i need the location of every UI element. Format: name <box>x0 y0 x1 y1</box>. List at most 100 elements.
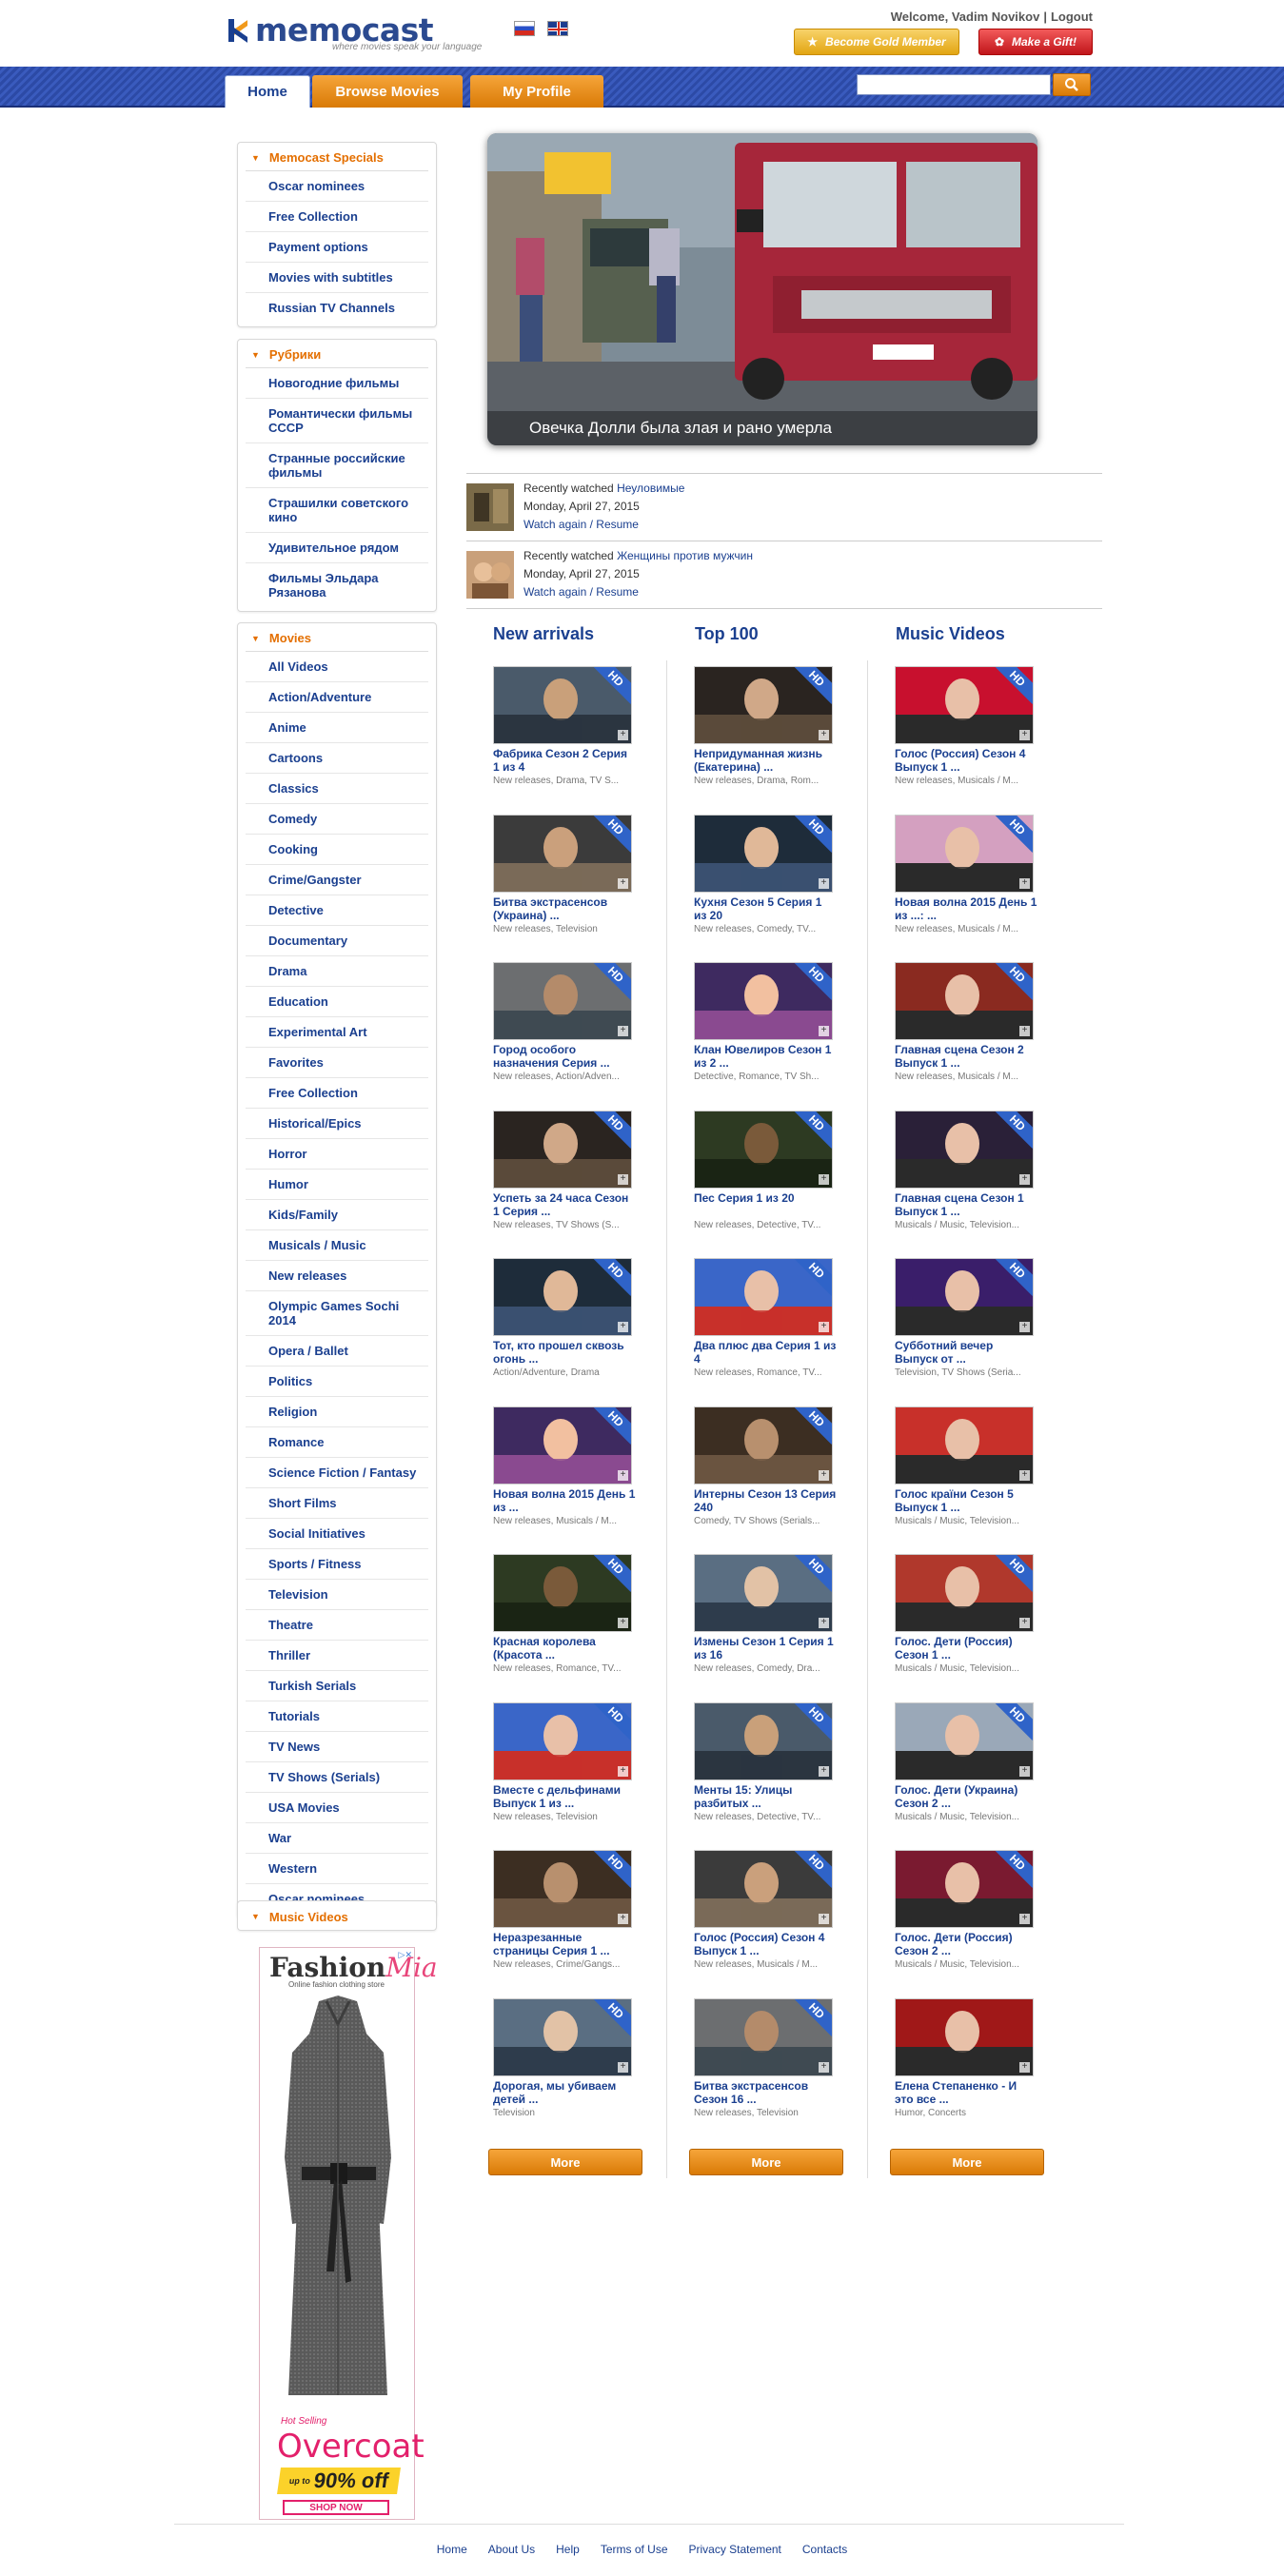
sidebar-item[interactable]: Musicals / Music <box>246 1230 428 1261</box>
sidebar-item[interactable]: Politics <box>246 1367 428 1397</box>
add-to-list-icon[interactable]: + <box>819 878 829 889</box>
video-thumbnail[interactable]: HD + <box>694 815 833 893</box>
resume-link[interactable]: Resume <box>596 585 639 599</box>
resume-link[interactable]: Resume <box>596 518 639 531</box>
sidebar-movies-header[interactable]: ▼ Movies <box>246 625 428 652</box>
tab-home[interactable]: Home <box>225 75 310 108</box>
video-title[interactable]: Битва экстрасенсов Сезон 16 ... <box>694 2079 837 2106</box>
video-title[interactable]: Дорогая, мы убиваем детей ... <box>493 2079 636 2106</box>
sidebar-item[interactable]: Free Collection <box>246 202 428 232</box>
footer-link[interactable]: Help <box>556 2543 580 2556</box>
add-to-list-icon[interactable]: + <box>819 730 829 740</box>
sidebar-item[interactable]: Religion <box>246 1397 428 1427</box>
add-to-list-icon[interactable]: + <box>819 1026 829 1036</box>
recent-title-link[interactable]: Неуловимые <box>617 482 684 495</box>
video-card[interactable]: HD + Новая волна 2015 День 1 из ...: ... Ne… <box>895 815 1037 934</box>
video-card[interactable]: + Голос країни Сезон 5 Выпуск 1 ... Musica… <box>895 1406 1037 1526</box>
video-title[interactable]: Непридуманная жизнь (Екатерина) ... <box>694 747 837 774</box>
video-thumbnail[interactable]: HD + <box>694 1850 833 1928</box>
sidebar-item[interactable]: War <box>246 1823 428 1854</box>
video-title[interactable]: Новая волна 2015 День 1 из ... <box>493 1487 636 1514</box>
video-card[interactable]: HD + Два плюс два Серия 1 из 4 New releases… <box>694 1258 837 1378</box>
english-flag-icon[interactable] <box>547 21 568 36</box>
video-title[interactable]: Красная королева (Красота ... <box>493 1635 636 1662</box>
video-title[interactable]: Голос. Дети (Россия) Сезон 1 ... <box>895 1635 1037 1662</box>
video-title[interactable]: Клан Ювелиров Сезон 1 из 2 ... <box>694 1043 837 1070</box>
video-thumbnail[interactable]: HD + <box>493 1850 632 1928</box>
sidebar-item[interactable]: Странные российские фильмы <box>246 443 428 488</box>
video-title[interactable]: Пес Серия 1 из 20 <box>694 1191 837 1218</box>
sidebar-item[interactable]: Thriller <box>246 1641 428 1671</box>
recent-thumbnail[interactable] <box>466 551 514 599</box>
sidebar-item[interactable]: Cartoons <box>246 743 428 774</box>
video-title[interactable]: Голос (Россия) Сезон 4 Выпуск 1 ... <box>694 1931 837 1957</box>
sidebar-item[interactable]: Experimental Art <box>246 1017 428 1048</box>
sidebar-item[interactable]: Drama <box>246 956 428 987</box>
video-thumbnail[interactable]: HD + <box>694 1111 833 1189</box>
video-thumbnail[interactable]: HD + <box>694 1258 833 1336</box>
video-title[interactable]: Менты 15: Улицы разбитых ... <box>694 1783 837 1810</box>
add-to-list-icon[interactable]: + <box>1019 1470 1030 1481</box>
video-card[interactable]: HD + Измены Сезон 1 Серия 1 из 16 New relea… <box>694 1554 837 1674</box>
video-title[interactable]: Новая волна 2015 День 1 из ...: ... <box>895 895 1037 922</box>
video-thumbnail[interactable]: HD + <box>493 1702 632 1780</box>
sidebar-item[interactable]: Oscar nominees <box>246 171 428 202</box>
sidebar-item[interactable]: Short Films <box>246 1488 428 1519</box>
video-card[interactable]: HD + Кухня Сезон 5 Серия 1 из 20 New releas… <box>694 815 837 934</box>
video-title[interactable]: Суббoтний вечер Выпуск от ... <box>895 1339 1037 1366</box>
footer-link[interactable]: Privacy Statement <box>689 2543 781 2556</box>
add-to-list-icon[interactable]: + <box>618 1618 628 1628</box>
add-to-list-icon[interactable]: + <box>618 1766 628 1777</box>
video-title[interactable]: Неразрезанные страницы Серия 1 ... <box>493 1931 636 1957</box>
video-title[interactable]: Голос країни Сезон 5 Выпуск 1 ... <box>895 1487 1037 1514</box>
video-card[interactable]: HD + Голос (Россия) Сезон 4 Выпуск 1 ... Ne… <box>895 666 1037 786</box>
video-card[interactable]: + Елена Степаненко - И это все ... Humor, … <box>895 1998 1037 2118</box>
add-to-list-icon[interactable]: + <box>618 2062 628 2073</box>
video-thumbnail[interactable]: HD + <box>493 1998 632 2076</box>
add-to-list-icon[interactable]: + <box>1019 2062 1030 2073</box>
sidebar-item[interactable]: Opera / Ballet <box>246 1336 428 1367</box>
video-title[interactable]: Измены Сезон 1 Серия 1 из 16 <box>694 1635 837 1662</box>
sidebar-item[interactable]: Movies with subtitles <box>246 263 428 293</box>
video-card[interactable]: HD + Тот, кто прошел сквозь огонь ... Actio… <box>493 1258 636 1378</box>
video-card[interactable]: HD + Голос. Дети (Россия) Сезон 1 ... Music… <box>895 1554 1037 1674</box>
add-to-list-icon[interactable]: + <box>1019 1618 1030 1628</box>
sidebar-item[interactable]: Comedy <box>246 804 428 835</box>
video-thumbnail[interactable]: HD + <box>694 962 833 1040</box>
video-thumbnail[interactable]: HD + <box>895 1554 1034 1632</box>
sidebar-rubrics-header[interactable]: ▼ Рубрики <box>246 342 428 368</box>
video-title[interactable]: Голос (Россия) Сезон 4 Выпуск 1 ... <box>895 747 1037 774</box>
video-title[interactable]: Интерны Сезон 13 Серия 240 <box>694 1487 837 1514</box>
ad-shop-now-button[interactable]: SHOP NOW <box>283 2500 389 2515</box>
video-card[interactable]: HD + Город особого назначения Серия ... New… <box>493 962 636 1082</box>
video-card[interactable]: HD + Главная сцена Сезон 1 Выпуск 1 ... Mus… <box>895 1111 1037 1230</box>
sidebar-item[interactable]: Action/Adventure <box>246 682 428 713</box>
video-thumbnail[interactable]: HD + <box>895 962 1034 1040</box>
video-card[interactable]: HD + Голос. Дети (Украина) Сезон 2 ... Musi… <box>895 1702 1037 1822</box>
more-button-top-100[interactable]: More <box>689 2149 843 2175</box>
video-title[interactable]: Главная сцена Сезон 1 Выпуск 1 ... <box>895 1191 1037 1218</box>
video-card[interactable]: HD + Голос. Дети (Россия) Сезон 2 ... Music… <box>895 1850 1037 1970</box>
sidebar-item[interactable]: Cooking <box>246 835 428 865</box>
sidebar-item[interactable]: Kids/Family <box>246 1200 428 1230</box>
video-thumbnail[interactable]: HD + <box>895 666 1034 744</box>
video-thumbnail[interactable]: HD + <box>694 1406 833 1485</box>
video-thumbnail[interactable]: + <box>895 1406 1034 1485</box>
video-thumbnail[interactable]: HD + <box>895 815 1034 893</box>
add-to-list-icon[interactable]: + <box>618 1322 628 1332</box>
video-title[interactable]: Город особого назначения Серия ... <box>493 1043 636 1070</box>
sidebar-item[interactable]: Free Collection <box>246 1078 428 1109</box>
video-card[interactable]: HD + Интерны Сезон 13 Серия 240 Comedy, TV … <box>694 1406 837 1526</box>
video-title[interactable]: Успеть за 24 часа Сезон 1 Серия ... <box>493 1191 636 1218</box>
sidebar-item[interactable]: Новогодние фильмы <box>246 368 428 399</box>
russian-flag-icon[interactable] <box>514 21 535 36</box>
more-button-new-arrivals[interactable]: More <box>488 2149 642 2175</box>
add-to-list-icon[interactable]: + <box>618 878 628 889</box>
sidebar-item[interactable]: Theatre <box>246 1610 428 1641</box>
video-card[interactable]: HD + Неразрезанные страницы Серия 1 ... New… <box>493 1850 636 1970</box>
sidebar-item[interactable]: TV News <box>246 1732 428 1762</box>
add-to-list-icon[interactable]: + <box>819 1174 829 1185</box>
video-thumbnail[interactable]: HD + <box>694 1998 833 2076</box>
sidebar-item[interactable]: Crime/Gangster <box>246 865 428 895</box>
video-thumbnail[interactable]: HD + <box>493 666 632 744</box>
